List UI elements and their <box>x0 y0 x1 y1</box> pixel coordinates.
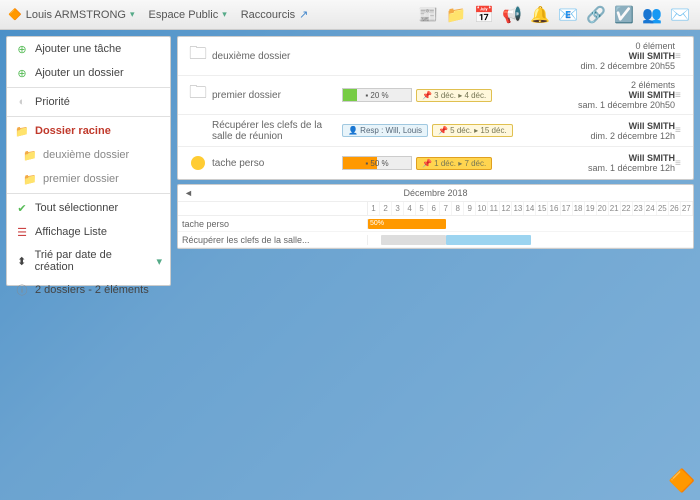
root-folder[interactable]: 📁Dossier racine <box>7 119 170 143</box>
info-icon: ⓘ <box>15 283 29 297</box>
toolbar-icon[interactable]: 📅 <box>472 3 496 27</box>
list-item[interactable]: 🗀premier dossier▪ 20 %📌 3 déc. ▸ 4 déc.2… <box>178 76 693 115</box>
folder-icon: 📁 <box>23 172 37 186</box>
plus-icon: ⊕ <box>15 66 29 80</box>
app-logo: 🔶 <box>668 468 694 494</box>
select-all[interactable]: ✔Tout sélectionner <box>7 196 170 220</box>
gantt-month: ◄Décembre 2018 <box>178 185 693 202</box>
summary: ⓘ2 dossiers - 2 éléments <box>7 278 170 302</box>
sort-icon: ⬍ <box>15 254 29 268</box>
folder-icon: 🗀 <box>184 45 212 67</box>
gantt-label: tache perso <box>178 219 368 229</box>
add-folder[interactable]: ⊕Ajouter un dossier <box>7 61 170 85</box>
toolbar-icon[interactable]: ☑️ <box>612 3 636 27</box>
task-list: 🗀deuxième dossier0 élémentWill SMITHdim.… <box>177 36 694 180</box>
toolbar-icons: 📰📁📅📢🔔📧🔗☑️👥✉️ <box>416 3 692 27</box>
plus-icon: ⊕ <box>15 42 29 56</box>
gantt-bar[interactable] <box>381 235 446 245</box>
date-badge: 📌 5 déc. ▸ 15 déc. <box>432 124 513 137</box>
check-icon: ✔ <box>15 201 29 215</box>
priority[interactable]: ◐Priorité <box>7 90 170 114</box>
drag-handle[interactable]: ≡ <box>675 90 687 101</box>
sub-folder-2[interactable]: 📁premier dossier <box>7 167 170 191</box>
item-title: premier dossier <box>212 90 342 101</box>
date-badge: 📌 3 déc. ▸ 4 déc. <box>416 89 492 102</box>
gantt-label: Récupérer les clefs de la salle... <box>178 235 368 245</box>
gantt-chart: ◄Décembre 2018 1234567891011121314151617… <box>177 184 694 249</box>
item-title: tache perso <box>212 158 342 169</box>
drag-handle[interactable]: ≡ <box>675 158 687 169</box>
user-menu[interactable]: 🔶 Louis ARMSTRONG ▾ <box>8 8 134 21</box>
list-item[interactable]: Récupérer les clefs de la salle de réuni… <box>178 115 693 147</box>
folder-icon: 🗀 <box>184 84 212 106</box>
top-bar: 🔶 Louis ARMSTRONG ▾ Espace Public ▾ Racc… <box>0 0 700 30</box>
drag-handle[interactable]: ≡ <box>675 125 687 136</box>
item-title: Récupérer les clefs de la salle de réuni… <box>212 120 342 142</box>
sidebar: ⊕Ajouter une tâche ⊕Ajouter un dossier ◐… <box>6 36 171 286</box>
toolbar-icon[interactable]: 📧 <box>556 3 580 27</box>
toolbar-icon[interactable]: ✉️ <box>668 3 692 27</box>
item-title: deuxième dossier <box>212 51 342 62</box>
shortcuts-menu[interactable]: Raccourcis ↗ <box>241 8 309 21</box>
space-menu[interactable]: Espace Public ▾ <box>148 9 226 21</box>
toolbar-icon[interactable]: 📁 <box>444 3 468 27</box>
progress-bar: ▪ 50 % <box>342 156 412 170</box>
toolbar-icon[interactable]: 🔗 <box>584 3 608 27</box>
resp-badge: 👤 Resp : Will, Louis <box>342 124 428 137</box>
drag-handle[interactable]: ≡ <box>675 51 687 62</box>
toolbar-icon[interactable]: 🔔 <box>528 3 552 27</box>
prev-month[interactable]: ◄ <box>184 188 193 198</box>
priority-icon: ◐ <box>15 95 29 109</box>
folder-icon: 📁 <box>23 148 37 162</box>
task-icon <box>184 152 212 174</box>
gantt-row[interactable]: Récupérer les clefs de la salle... <box>178 232 693 248</box>
folder-icon: 📁 <box>15 124 29 138</box>
progress-bar: ▪ 20 % <box>342 88 412 102</box>
gantt-row[interactable]: tache perso50% <box>178 216 693 232</box>
gantt-bar[interactable]: 50% <box>368 219 446 229</box>
toolbar-icon[interactable]: 👥 <box>640 3 664 27</box>
list-item[interactable]: 🗀deuxième dossier0 élémentWill SMITHdim.… <box>178 37 693 76</box>
sort-mode[interactable]: ⬍Trié par date de création ▾ <box>7 244 170 278</box>
add-task[interactable]: ⊕Ajouter une tâche <box>7 37 170 61</box>
list-item[interactable]: tache perso▪ 50 %📌 1 déc. ▸ 7 déc.Will S… <box>178 147 693 179</box>
toolbar-icon[interactable]: 📰 <box>416 3 440 27</box>
view-mode[interactable]: ☰Affichage Liste <box>7 220 170 244</box>
date-badge: 📌 1 déc. ▸ 7 déc. <box>416 157 492 170</box>
sub-folder-1[interactable]: 📁deuxième dossier <box>7 143 170 167</box>
toolbar-icon[interactable]: 📢 <box>500 3 524 27</box>
gantt-bar[interactable] <box>446 235 531 245</box>
list-icon: ☰ <box>15 225 29 239</box>
